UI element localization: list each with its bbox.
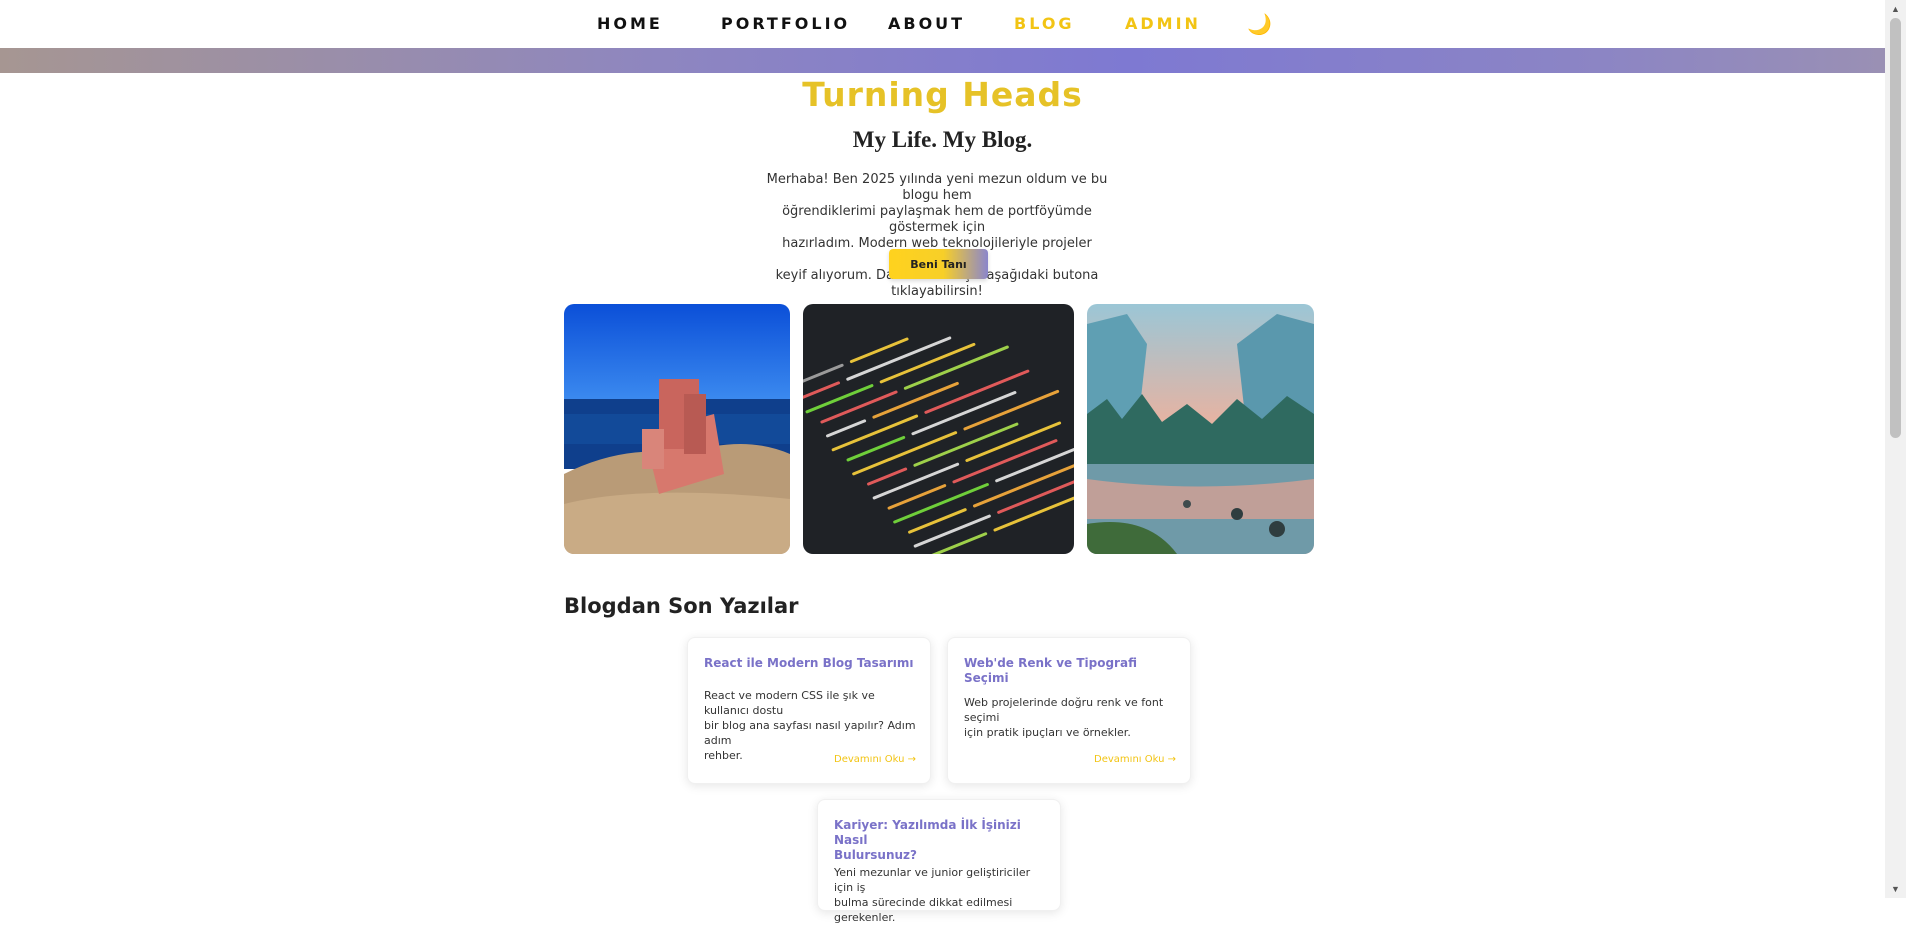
blog-post-card[interactable]: Kariyer: Yazılımda İlk İşinizi Nasıl Bul… (817, 799, 1061, 924)
nav-home[interactable]: HOME (597, 14, 663, 33)
post-excerpt-line: için pratik ipuçları ve örnekler. (964, 726, 1131, 739)
nav-blog[interactable]: BLOG (1014, 14, 1075, 33)
section-title: Blogdan Son Yazılar (564, 594, 799, 618)
post-excerpt-line: bulma sürecinde dikkat edilmesi gerekenl… (834, 896, 1013, 924)
site-title: Turning Heads (802, 75, 1083, 114)
blog-post-card[interactable]: Web'de Renk ve Tipografi Seçimi Web proj… (947, 637, 1191, 784)
vertical-scrollbar[interactable]: ▲ ▼ (1885, 0, 1906, 898)
scrollbar-thumb[interactable] (1890, 18, 1901, 438)
moon-icon[interactable]: 🌙 (1247, 12, 1272, 37)
post-title[interactable]: React ile Modern Blog Tasarımı (704, 656, 916, 671)
mountain-river-photo (1087, 304, 1314, 554)
post-excerpt: Yeni mezunlar ve junior geliştiriciler i… (834, 865, 1046, 925)
post-excerpt-line: rehber. (704, 749, 743, 762)
nav-portfolio[interactable]: PORTFOLIO (721, 14, 850, 33)
nav-admin[interactable]: ADMIN (1125, 14, 1201, 33)
post-excerpt-line: bir blog ana sayfası nasıl yapılır? Adım… (704, 719, 916, 747)
read-more-link[interactable]: Devamını Oku → (834, 754, 916, 765)
armchair-by-sea-photo (564, 304, 790, 554)
post-title[interactable]: Web'de Renk ve Tipografi Seçimi (964, 656, 1176, 686)
blog-post-card[interactable]: React ile Modern Blog Tasarımı React ve … (687, 637, 931, 784)
post-excerpt-line: Yeni mezunlar ve junior geliştiriciler i… (834, 866, 1031, 894)
post-title-line: Bulursunuz? (834, 848, 917, 862)
post-excerpt: React ve modern CSS ile şık ve kullanıcı… (704, 688, 916, 763)
intro-line: öğrendiklerimi paylaşmak hem de portföyü… (782, 204, 1092, 235)
intro-line: Merhaba! Ben 2025 yılında yeni mezun old… (766, 172, 1108, 203)
code-screen-photo (803, 304, 1074, 554)
top-navigation: HOME PORTFOLIO ABOUT BLOG ADMIN 🌙 (0, 0, 1885, 48)
post-title[interactable]: Kariyer: Yazılımda İlk İşinizi Nasıl Bul… (834, 818, 1046, 863)
intro-text: Merhaba! Ben 2025 yılında yeni mezun old… (752, 172, 1122, 300)
nav-about[interactable]: ABOUT (888, 14, 965, 33)
post-title-line: Kariyer: Yazılımda İlk İşinizi Nasıl (834, 818, 1021, 847)
post-excerpt-line: React ve modern CSS ile şık ve kullanıcı… (704, 689, 875, 717)
about-me-button[interactable]: Beni Tanı (889, 249, 988, 279)
post-excerpt: Web projelerinde doğru renk ve font seçi… (964, 695, 1176, 740)
read-more-link[interactable]: Devamını Oku → (1094, 754, 1176, 765)
site-subtitle: My Life. My Blog. (852, 127, 1033, 152)
gradient-banner (0, 48, 1885, 73)
post-excerpt-line: Web projelerinde doğru renk ve font seçi… (964, 696, 1164, 724)
scroll-up-arrow-icon[interactable]: ▲ (1890, 4, 1901, 14)
scroll-down-arrow-icon[interactable]: ▼ (1890, 884, 1901, 894)
